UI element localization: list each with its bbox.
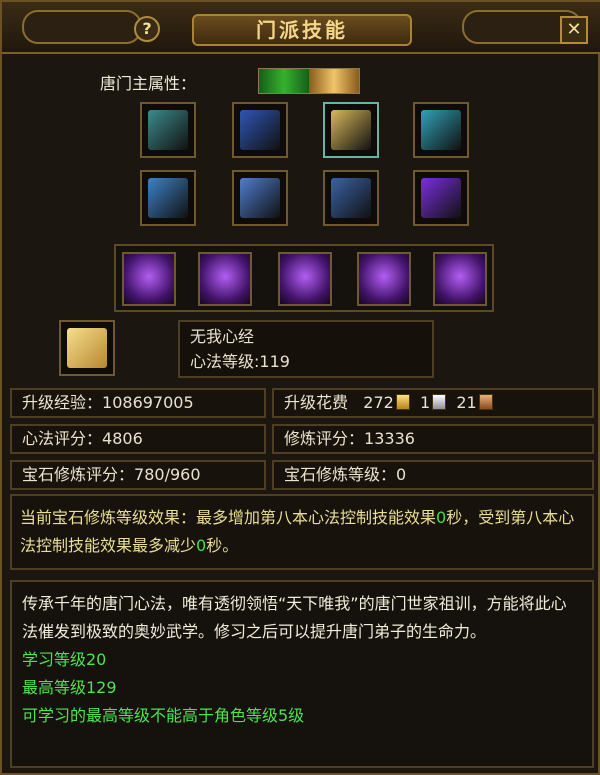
- skill-level-label: 心法等级: [190, 352, 255, 371]
- scroll-book-icon: [148, 110, 188, 150]
- gem-score-stat: 宝石修炼评分：780/960: [10, 460, 266, 490]
- gold-attribute-icon: [309, 69, 359, 93]
- cost-silver-value: 1: [420, 393, 431, 412]
- gem-level-stat: 宝石修炼等级：0: [272, 460, 594, 490]
- description-text: 传承千年的唐门心法，唯有透彻领悟“天下唯我”的唐门世家祖训，方能将此心法催发到极…: [22, 594, 567, 641]
- gem-level-value: 0: [396, 465, 407, 484]
- close-button[interactable]: ✕: [560, 16, 588, 44]
- gem-effect-panel: 当前宝石修炼等级效果：最多增加第八本心法控制技能效果0秒，受到第八本心法控制技能…: [10, 494, 594, 570]
- demon-claw-icon[interactable]: [357, 252, 411, 306]
- purple-orb-icon: [421, 178, 461, 218]
- purple-phantom-icon[interactable]: [278, 252, 332, 306]
- book-slot-4[interactable]: [413, 102, 469, 158]
- upgrade-exp-value: 108697005: [102, 393, 194, 412]
- cultivate-score-stat: 修炼评分：13336: [272, 424, 594, 454]
- gem-score-value: 780/960: [134, 465, 201, 484]
- upgrade-cost-label: 升级花费: [284, 393, 349, 412]
- book-slot-7[interactable]: [323, 170, 379, 226]
- max-level: 最高等级129: [22, 678, 117, 697]
- dark-book-icon: [331, 178, 371, 218]
- cultivate-score-value: 13336: [364, 429, 415, 448]
- selected-book-icon: [59, 320, 115, 376]
- help-button[interactable]: ?: [134, 16, 160, 42]
- skill-name: 无我心经: [190, 327, 255, 346]
- mind-score-value: 4806: [102, 429, 143, 448]
- book-slot-6[interactable]: [232, 170, 288, 226]
- mind-score-label: 心法评分: [22, 429, 87, 448]
- cost-gold-value: 272: [363, 393, 394, 412]
- title-bar[interactable]: ? 门派技能 ✕: [2, 2, 600, 54]
- book-slot-5[interactable]: [140, 170, 196, 226]
- learn-level: 学习等级20: [22, 650, 107, 669]
- main-attribute-label: 唐门主属性：: [100, 74, 197, 93]
- upgrade-cost-stat: 升级花费 272 1 21: [272, 388, 594, 418]
- skill-window: ? 门派技能 ✕ 唐门主属性： 无我心经 心法等级:119 升级经验：10869…: [0, 0, 600, 775]
- mind-score-stat: 心法评分：4806: [10, 424, 266, 454]
- main-attribute-badges: [258, 68, 360, 94]
- shadow-figure-icon[interactable]: [122, 252, 176, 306]
- gold-book-icon: [67, 328, 107, 368]
- dark-vortex-icon[interactable]: [198, 252, 252, 306]
- gold-book-icon: [331, 110, 371, 150]
- title-ornament-left: [22, 10, 142, 44]
- cost-bronze-value: 21: [456, 393, 477, 412]
- skills-bar: [114, 244, 494, 312]
- teal-book-icon: [421, 110, 461, 150]
- description-panel: 传承千年的唐门心法，唯有透彻领悟“天下唯我”的唐门世家祖训，方能将此心法催发到极…: [10, 580, 594, 768]
- effect-suffix: 秒。: [206, 536, 239, 555]
- silver-coin-icon: [432, 394, 447, 410]
- gem-level-label: 宝石修炼等级: [284, 465, 381, 484]
- lightning-figure-icon[interactable]: [433, 252, 487, 306]
- effect-value-1: 0: [436, 508, 447, 527]
- level-limit: 可学习的最高等级不能高于角色等级5级: [22, 706, 305, 725]
- green-attribute-icon: [259, 69, 309, 93]
- book-slot-3[interactable]: [323, 102, 379, 158]
- skill-level: 心法等级:119: [190, 352, 290, 371]
- book-slot-1[interactable]: [140, 102, 196, 158]
- upgrade-exp-stat: 升级经验：108697005: [10, 388, 266, 418]
- stack-book-icon: [148, 178, 188, 218]
- gem-score-label: 宝石修炼评分: [22, 465, 119, 484]
- blue-book-icon: [240, 110, 280, 150]
- bronze-coin-icon: [478, 394, 493, 410]
- blue-scroll-icon: [240, 178, 280, 218]
- effect-value-2: 0: [196, 536, 207, 555]
- book-slot-8[interactable]: [413, 170, 469, 226]
- window-title: 门派技能: [192, 14, 412, 46]
- book-slot-2[interactable]: [232, 102, 288, 158]
- effect-prefix: 当前宝石修炼等级效果：最多增加第八本心法控制技能效果: [20, 508, 437, 527]
- selected-skill-panel: 无我心经 心法等级:119: [178, 320, 434, 378]
- skill-level-value: 119: [259, 352, 290, 371]
- upgrade-exp-label: 升级经验: [22, 393, 87, 412]
- cultivate-score-label: 修炼评分: [284, 429, 349, 448]
- gold-coin-icon: [395, 394, 410, 410]
